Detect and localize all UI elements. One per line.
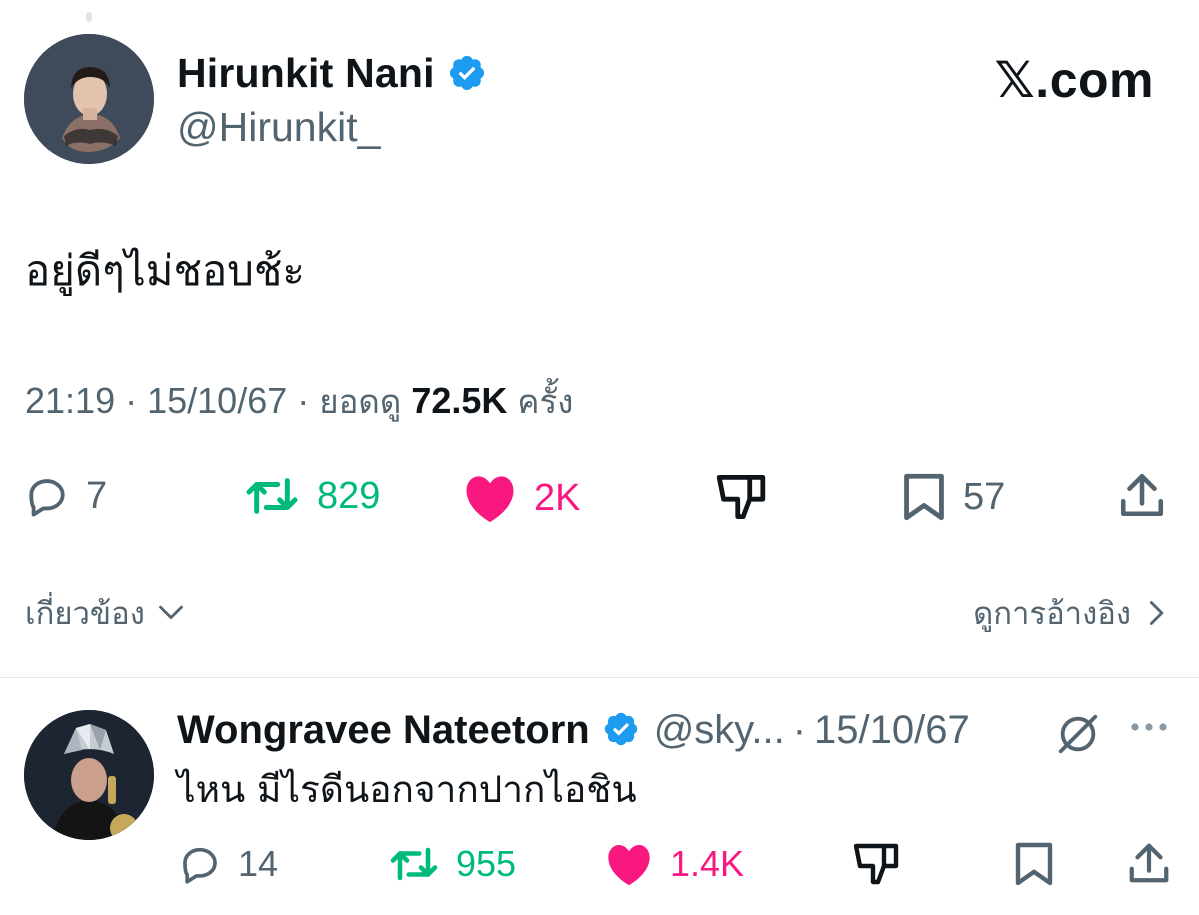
views-label: ยอดดู xyxy=(319,382,402,421)
chevron-down-icon xyxy=(158,605,183,620)
author-avatar[interactable] xyxy=(24,34,154,164)
share-icon xyxy=(1120,473,1164,517)
chevron-right-icon xyxy=(1149,601,1164,625)
tweet-meta: 21:19 · 15/10/67 · ยอดดู 72.5K ครั้ง xyxy=(25,380,574,421)
repost-count: 829 xyxy=(317,475,381,517)
view-quotes-label: ดูการอ้างอิง xyxy=(973,596,1131,632)
repost-button[interactable]: 829 xyxy=(243,473,380,519)
reply-author-avatar[interactable] xyxy=(24,710,154,840)
reply-reply-button[interactable]: 14 xyxy=(178,842,278,886)
reply-repost-button[interactable]: 955 xyxy=(388,842,516,886)
reply-like-button[interactable]: 1.4K xyxy=(604,842,744,886)
author-handle[interactable]: @Hirunkit_ xyxy=(177,104,380,150)
reply-header: Wongravee Nateetorn @sky... · 15/10/67 xyxy=(177,707,970,753)
author-name-row: Hirunkit Nani xyxy=(177,50,487,96)
separator-dot: · xyxy=(792,708,807,752)
views-suffix: ครั้ง xyxy=(517,382,574,421)
reply-author-name[interactable]: Wongravee Nateetorn xyxy=(177,707,590,753)
bookmark-button[interactable]: 57 xyxy=(901,473,1005,521)
verified-icon xyxy=(447,53,487,93)
reply-reply-count: 14 xyxy=(238,843,279,884)
share-icon xyxy=(1129,843,1169,883)
dislike-button[interactable] xyxy=(714,473,768,521)
like-icon xyxy=(466,476,514,523)
related-label: เกี่ยวข้อง xyxy=(25,596,145,632)
divider xyxy=(0,677,1199,678)
scroll-indicator xyxy=(86,12,92,22)
grok-icon[interactable] xyxy=(1055,711,1101,762)
bookmark-icon xyxy=(1015,842,1053,886)
reply-button[interactable]: 7 xyxy=(24,473,107,519)
reply-count: 7 xyxy=(86,475,108,517)
author-name[interactable]: Hirunkit Nani xyxy=(177,50,435,96)
reply-author-handle[interactable]: @sky... xyxy=(654,707,785,753)
reply-repost-count: 955 xyxy=(456,843,517,884)
reply-dislike-button[interactable] xyxy=(852,842,900,886)
like-icon xyxy=(608,844,650,886)
reply-date[interactable]: 15/10/67 xyxy=(814,707,970,753)
related-dropdown[interactable]: เกี่ยวข้อง xyxy=(25,588,185,638)
reply-like-count: 1.4K xyxy=(670,843,745,884)
repost-icon xyxy=(246,478,298,514)
reply-share-button[interactable] xyxy=(1125,840,1173,886)
tweet-text: อยู่ดีๆไม่ชอบช้ะ xyxy=(25,246,305,295)
reply-icon xyxy=(183,847,217,884)
x-watermark-logo: 𝕏.com xyxy=(994,52,1154,108)
like-button[interactable]: 2K xyxy=(462,473,580,523)
reply-text: ไหน มีไรดีนอกจากปากไอชิน xyxy=(177,768,637,811)
view-quotes-link[interactable]: ดูการอ้างอิง xyxy=(973,588,1165,638)
reply-icon xyxy=(29,479,65,517)
dislike-icon xyxy=(853,843,899,885)
dislike-icon xyxy=(716,474,766,520)
bookmark-icon xyxy=(904,473,944,521)
reply-bookmark-button[interactable] xyxy=(1013,842,1055,886)
views-count: 72.5K xyxy=(411,380,508,421)
bookmark-count: 57 xyxy=(963,476,1006,518)
verified-icon xyxy=(602,710,642,750)
more-icon[interactable] xyxy=(1128,720,1170,739)
share-button[interactable] xyxy=(1116,470,1168,520)
tweet-date[interactable]: 15/10/67 xyxy=(147,380,287,421)
repost-icon xyxy=(390,847,438,881)
tweet-time[interactable]: 21:19 xyxy=(25,380,115,421)
like-count: 2K xyxy=(534,477,581,519)
